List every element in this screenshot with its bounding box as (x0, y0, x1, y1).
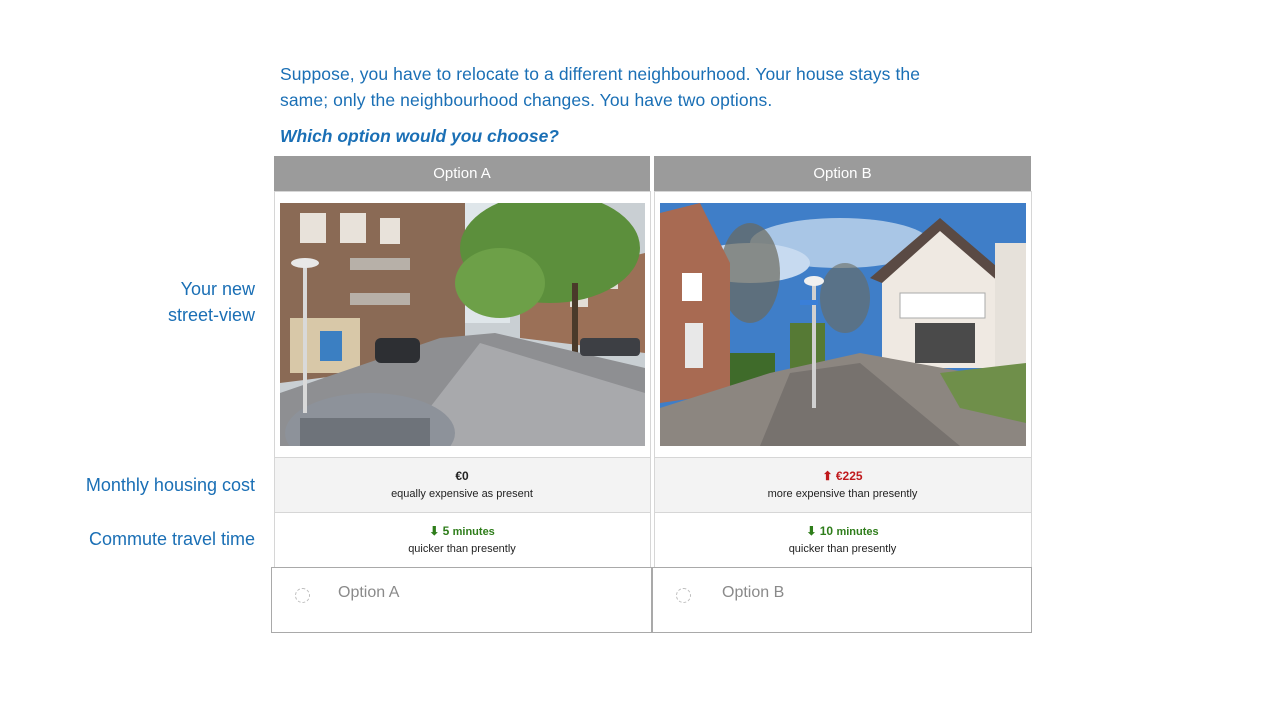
option-a-header: Option A (274, 156, 650, 191)
street-view-label: Your new street-view (168, 276, 255, 328)
option-a-choice-label[interactable]: Option A (338, 584, 399, 602)
intro-line-2: same; only the neighbourhood changes. Yo… (280, 90, 773, 110)
option-b-choice[interactable]: Option B (652, 567, 1032, 633)
option-b-commute-desc: quicker than presently (788, 543, 897, 555)
option-a-street-photo (280, 203, 645, 446)
street-view-label-line-2: street-view (167, 305, 255, 325)
option-b-commute-unit: minutes (836, 526, 879, 538)
option-b-cost-value: ⬆ €225 (654, 469, 1031, 483)
intro-line-1: Suppose, you have to relocate to a diffe… (280, 64, 921, 84)
option-b-commute-value: ⬇ 10 minutes (654, 524, 1031, 538)
housing-cost-label: Monthly housing cost (85, 475, 255, 495)
option-a-commute-number: 5 (442, 524, 450, 538)
option-a-choice[interactable]: Option A (271, 567, 652, 633)
decrease-arrow-icon: ⬇ (429, 524, 440, 538)
option-b-cost-amount: €225 (835, 469, 863, 483)
option-b-street-photo (660, 203, 1026, 446)
option-a-commute-desc: quicker than presently (408, 543, 516, 555)
option-b-cost-desc: more expensive than presently (767, 488, 918, 500)
street-view-label-line-1: Your new (180, 279, 255, 299)
option-b-radio[interactable] (676, 588, 691, 603)
option-a-cost-desc: equally expensive as present (391, 488, 533, 500)
option-a-radio[interactable] (295, 588, 310, 603)
option-b-header: Option B (654, 156, 1031, 191)
option-b-commute: ⬇ 10 minutes quicker than presently (654, 524, 1031, 555)
increase-arrow-icon: ⬆ (822, 469, 833, 483)
option-a-commute: ⬇ 5 minutes quicker than presently (274, 524, 650, 555)
option-b-commute-number: 10 (819, 524, 834, 538)
option-a-commute-unit: minutes (452, 526, 495, 538)
option-a-commute-value: ⬇ 5 minutes (274, 524, 650, 538)
option-a-cost-amount: €0 (455, 469, 469, 483)
option-b-cost: ⬆ €225 more expensive than presently (654, 469, 1031, 500)
option-b-choice-label[interactable]: Option B (722, 584, 784, 602)
decrease-arrow-icon: ⬇ (806, 524, 817, 538)
commute-label: Commute travel time (88, 529, 255, 549)
intro-text: Suppose, you have to relocate to a diffe… (280, 61, 1000, 113)
option-a-cost: €0 equally expensive as present (274, 469, 650, 500)
question-text: Which option would you choose? (280, 126, 560, 146)
option-a-cost-value: €0 (274, 469, 650, 483)
